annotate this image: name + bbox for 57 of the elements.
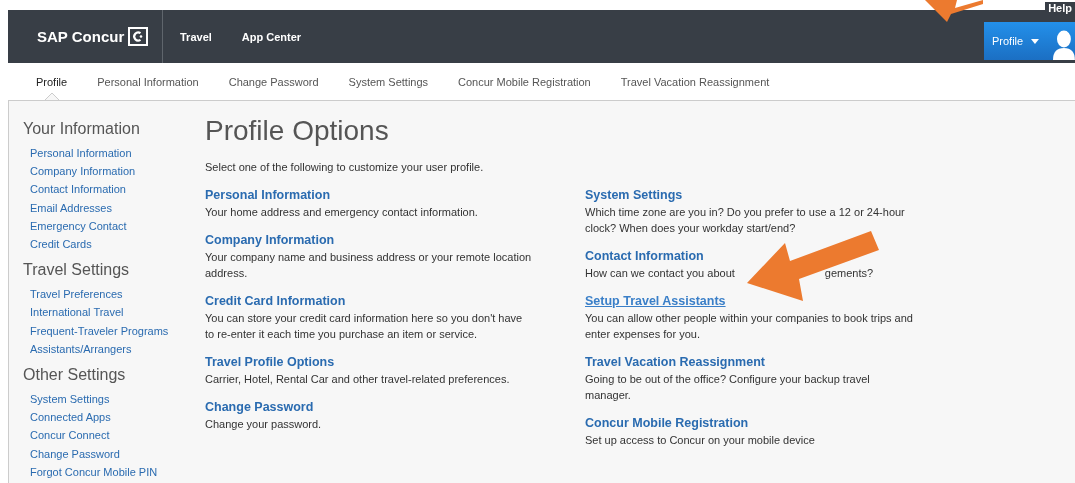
sidebar-link[interactable]: Company Information <box>23 162 205 181</box>
sidebar-heading: Travel Settings <box>23 261 131 280</box>
user-icon <box>1053 30 1075 60</box>
option-description: Carrier, Hotel, Rental Car and other travel-related preferences. <box>205 373 510 385</box>
tab[interactable]: Concur Mobile Registration <box>458 63 591 100</box>
sidebar-link[interactable]: Emergency Contact <box>23 216 205 235</box>
sidebar-heading: Your Information <box>23 120 141 138</box>
tab[interactable]: Travel Vacation Reassignment <box>620 63 770 100</box>
logo-icon <box>128 27 149 46</box>
help-link[interactable]: Help <box>1045 2 1075 14</box>
option-description: Your company name and business address or your remote location address. <box>205 251 532 279</box>
nav-link[interactable]: Travel <box>180 30 212 43</box>
sidebar-heading: Other Settings <box>23 366 127 385</box>
sidebar-link[interactable]: Credit Cards <box>23 235 205 254</box>
option-description: Which time zone are you in? Do you prefer to use a 12 or 24-hour clock? When does your workday start/end? <box>585 206 905 234</box>
option-description: Set up access to Concur on your mobile device <box>585 434 815 446</box>
option-link[interactable]: Change Password <box>205 400 314 414</box>
sidebar-link[interactable]: Email Addresses <box>23 198 205 217</box>
option-description: You can store your credit card information here so you don't have to re-enter it each time you purchase an item or service. <box>205 312 523 340</box>
sidebar-link[interactable]: Change Password <box>23 444 205 463</box>
sidebar-link[interactable]: Forgot Concur Mobile PIN <box>23 462 205 482</box>
logo-text[interactable]: SAP Concur <box>37 28 125 45</box>
profile-button[interactable]: Profile <box>984 22 1075 60</box>
tab[interactable]: Profile <box>36 63 68 100</box>
sidebar-link[interactable]: Concur Connect <box>23 426 205 445</box>
sidebar-link[interactable]: Travel Preferences <box>23 285 205 304</box>
sidebar-link[interactable]: International Travel <box>23 303 205 322</box>
sidebar-link[interactable]: Personal Information <box>23 144 205 163</box>
tab[interactable]: Change Password <box>228 63 319 100</box>
option-link[interactable]: Personal Information <box>205 188 331 202</box>
arrow-icon <box>747 231 879 301</box>
sidebar-link[interactable]: Contact Information <box>23 180 205 199</box>
option-link[interactable]: Company Information <box>205 233 335 247</box>
caret-icon <box>1031 38 1040 44</box>
option-description: gements? <box>824 267 874 279</box>
option-link[interactable]: Setup Travel Assistants <box>585 294 726 308</box>
option-description: You can allow other people within your companies to book trips and enter expenses for you. <box>585 312 913 340</box>
sidebar-link[interactable]: Assistants/Arrangers <box>23 339 205 359</box>
option-link[interactable]: Travel Profile Options <box>205 355 335 369</box>
option-description: Your home address and emergency contact information. <box>205 206 478 218</box>
intro-text: Select one of the following to customize your user profile. <box>205 161 485 173</box>
option-link[interactable]: System Settings <box>585 188 683 202</box>
option-link[interactable]: Travel Vacation Reassignment <box>585 355 765 369</box>
tab[interactable]: System Settings <box>348 63 429 100</box>
option-description: How can we contact you about <box>585 267 735 279</box>
option-description: Change your password. <box>205 418 322 430</box>
arrow-icon <box>925 0 983 22</box>
sidebar-link[interactable]: Frequent-Traveler Programs <box>23 321 205 340</box>
sidebar-link[interactable]: System Settings <box>23 390 205 409</box>
option-description: Going to be out of the office? Configure your backup travel manager. <box>585 373 870 401</box>
tab[interactable]: Personal Information <box>97 63 199 100</box>
nav-link[interactable]: App Center <box>241 30 302 43</box>
sidebar-link[interactable]: Connected Apps <box>23 408 205 427</box>
option-link[interactable]: Concur Mobile Registration <box>585 416 749 430</box>
page-title: Profile Options <box>205 115 390 147</box>
option-link[interactable]: Credit Card Information <box>205 294 346 308</box>
option-link[interactable]: Contact Information <box>585 249 704 263</box>
